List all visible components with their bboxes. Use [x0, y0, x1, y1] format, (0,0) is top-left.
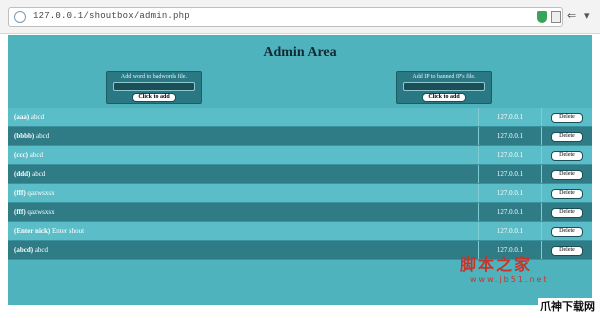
delete-button[interactable]: Delete: [551, 112, 583, 123]
table-row: (ddd) abcd 127.0.0.1 Delete: [8, 164, 592, 184]
shout-text: abcd: [29, 113, 45, 121]
banned-ip-input[interactable]: [403, 82, 485, 91]
shout-ip: 127.0.0.1: [478, 145, 542, 165]
table-row: (Enter nick) Enter shout 127.0.0.1 Delet…: [8, 221, 592, 241]
shout-nick: (ccc): [14, 151, 28, 159]
watermark-main: 脚本之家: [460, 255, 533, 274]
shout-nick: (abcd): [14, 246, 34, 254]
globe-icon: [14, 11, 26, 23]
shout-nick: (Enter nick): [14, 227, 51, 235]
add-badword-button[interactable]: Click to add: [132, 93, 176, 102]
delete-button[interactable]: Delete: [551, 150, 583, 161]
shout-text: qazwsxsx: [25, 189, 55, 197]
shout-text: Enter shout: [50, 227, 85, 235]
shout-ip: 127.0.0.1: [478, 164, 542, 184]
shout-ip: 127.0.0.1: [478, 108, 542, 127]
shout-nick: (ddd): [14, 170, 31, 178]
badword-input[interactable]: [113, 82, 195, 91]
shout-text: abcd: [30, 170, 46, 178]
delete-button[interactable]: Delete: [551, 188, 583, 199]
shield-icon[interactable]: [537, 11, 547, 23]
table-row: (bbbb) abcd 127.0.0.1 Delete: [8, 126, 592, 146]
page-icon[interactable]: [551, 11, 561, 23]
shout-text: abcd: [27, 151, 43, 159]
back-icon[interactable]: ⇐: [567, 9, 576, 22]
url-text[interactable]: 127.0.0.1/shoutbox/admin.php: [33, 11, 190, 21]
badwords-form: Add word to badwords file. Click to add: [106, 71, 202, 104]
table-row: (fff) qazwsxsx 127.0.0.1 Delete: [8, 183, 592, 203]
delete-button[interactable]: Delete: [551, 131, 583, 142]
shout-text: abcd: [33, 246, 49, 254]
shout-ip: 127.0.0.1: [478, 221, 542, 241]
corner-watermark: 爪神下载网: [538, 298, 597, 314]
delete-button[interactable]: Delete: [551, 169, 583, 180]
shout-text: abcd: [34, 132, 50, 140]
shout-ip: 127.0.0.1: [478, 126, 542, 146]
delete-button[interactable]: Delete: [551, 245, 583, 256]
shout-ip: 127.0.0.1: [478, 183, 542, 203]
shout-nick: (bbbb): [14, 132, 35, 140]
shout-nick: (fff): [14, 208, 26, 216]
badwords-label: Add word to badwords file.: [120, 74, 188, 80]
address-bar[interactable]: 127.0.0.1/shoutbox/admin.php: [8, 7, 563, 27]
table-row: (ccc) abcd 127.0.0.1 Delete: [8, 145, 592, 165]
table-row: (aaa) abcd 127.0.0.1 Delete: [8, 108, 592, 127]
chevron-down-icon[interactable]: ▾: [584, 9, 590, 22]
delete-button[interactable]: Delete: [551, 226, 583, 237]
banned-ip-form: Add IP to banned IP's file. Click to add: [396, 71, 492, 104]
shout-nick: (fff): [14, 189, 26, 197]
shout-table: (aaa) abcd 127.0.0.1 Delete (bbbb) abcd …: [8, 108, 592, 260]
watermark-url: www.jb51.net: [470, 275, 549, 284]
add-banned-ip-button[interactable]: Click to add: [422, 93, 466, 102]
browser-toolbar: 127.0.0.1/shoutbox/admin.php ⇐ ▾: [0, 0, 600, 34]
table-row: (fff) qazwsxsx 127.0.0.1 Delete: [8, 202, 592, 222]
shout-ip: 127.0.0.1: [478, 202, 542, 222]
shout-text: qazwsxsx: [25, 208, 55, 216]
shout-nick: (aaa): [14, 113, 30, 121]
banned-ip-label: Add IP to banned IP's file.: [412, 74, 476, 80]
watermark: 脚本之家 www.jb51.net: [460, 251, 549, 284]
delete-button[interactable]: Delete: [551, 207, 583, 218]
page-title: Admin Area: [263, 45, 337, 60]
